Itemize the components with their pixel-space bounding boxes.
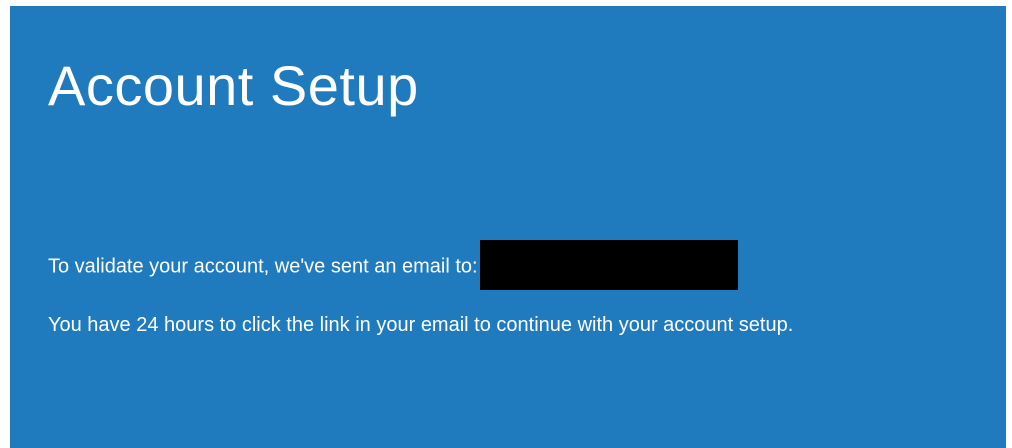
account-setup-panel: Account Setup To validate your account, … [10, 6, 1006, 448]
redacted-email [479, 240, 738, 290]
validation-message: To validate your account, we've sent an … [48, 240, 738, 292]
expiry-message: You have 24 hours to click the link in y… [48, 314, 794, 336]
validation-message-text: To validate your account, we've sent an … [48, 255, 478, 278]
page-title: Account Setup [48, 54, 419, 117]
